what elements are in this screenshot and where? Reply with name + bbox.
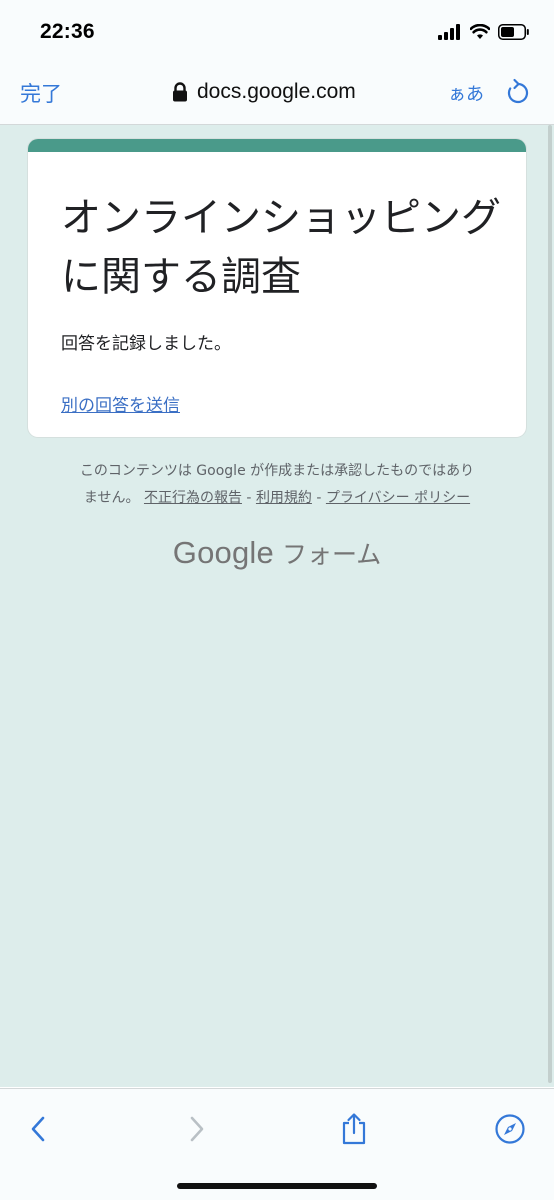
lock-icon (173, 82, 187, 102)
report-abuse-link[interactable]: 不正行為の報告 (144, 490, 242, 506)
google-forms-logo[interactable]: Google フォーム (0, 535, 554, 571)
status-icons (438, 22, 530, 42)
home-indicator (177, 1183, 377, 1189)
reload-icon (507, 78, 529, 104)
form-title: オンラインショッピングに関する調査 (61, 195, 501, 300)
separator: - (246, 490, 252, 506)
form-card: オンラインショッピングに関する調査 回答を記録しました。 別の回答を送信 (28, 139, 526, 437)
text-size-button[interactable]: ぁあ (448, 80, 484, 106)
status-bar: 22:36 (0, 0, 554, 62)
disclaimer-prefix: ません。 (83, 490, 140, 506)
separator: - (316, 490, 322, 506)
back-icon (31, 1116, 45, 1142)
cellular-signal-icon (438, 24, 460, 40)
logo-google-text: Google (172, 535, 274, 570)
url-text: docs.google.com (197, 80, 356, 103)
bottom-toolbar (0, 1088, 554, 1200)
reload-button[interactable] (505, 78, 531, 110)
confirmation-message: 回答を記録しました。 (61, 334, 231, 354)
disclaimer-line-1: このコンテンツは Google が作成または承認したものではあり (79, 463, 475, 479)
forward-button[interactable] (177, 1109, 217, 1149)
card-accent-bar (28, 139, 526, 152)
submit-another-response-link[interactable]: 別の回答を送信 (61, 391, 180, 416)
disclaimer-line-2: ません。 不正行為の報告 - 利用規約 - プライバシー ポリシー (0, 485, 554, 512)
compass-icon (495, 1114, 525, 1144)
scrollbar[interactable] (548, 125, 552, 1083)
status-time: 22:36 (40, 20, 95, 43)
browser-toolbar: 完了 docs.google.com ぁあ (0, 62, 554, 125)
open-in-safari-button[interactable] (490, 1109, 530, 1149)
privacy-policy-link[interactable]: プライバシー ポリシー (326, 490, 470, 506)
page-content[interactable]: オンラインショッピングに関する調査 回答を記録しました。 別の回答を送信 このコ… (0, 125, 554, 1087)
address-bar[interactable]: docs.google.com (172, 78, 356, 106)
forward-icon (190, 1116, 204, 1142)
disclaimer: このコンテンツは Google が作成または承認したものではあり ません。 不正… (0, 458, 554, 512)
terms-link[interactable]: 利用規約 (256, 490, 312, 506)
share-icon (342, 1113, 366, 1145)
share-button[interactable] (334, 1109, 374, 1149)
back-button[interactable] (18, 1109, 58, 1149)
logo-forms-text: フォーム (281, 540, 382, 569)
done-button[interactable]: 完了 (20, 78, 62, 108)
wifi-icon (470, 24, 490, 39)
battery-icon (498, 24, 529, 40)
